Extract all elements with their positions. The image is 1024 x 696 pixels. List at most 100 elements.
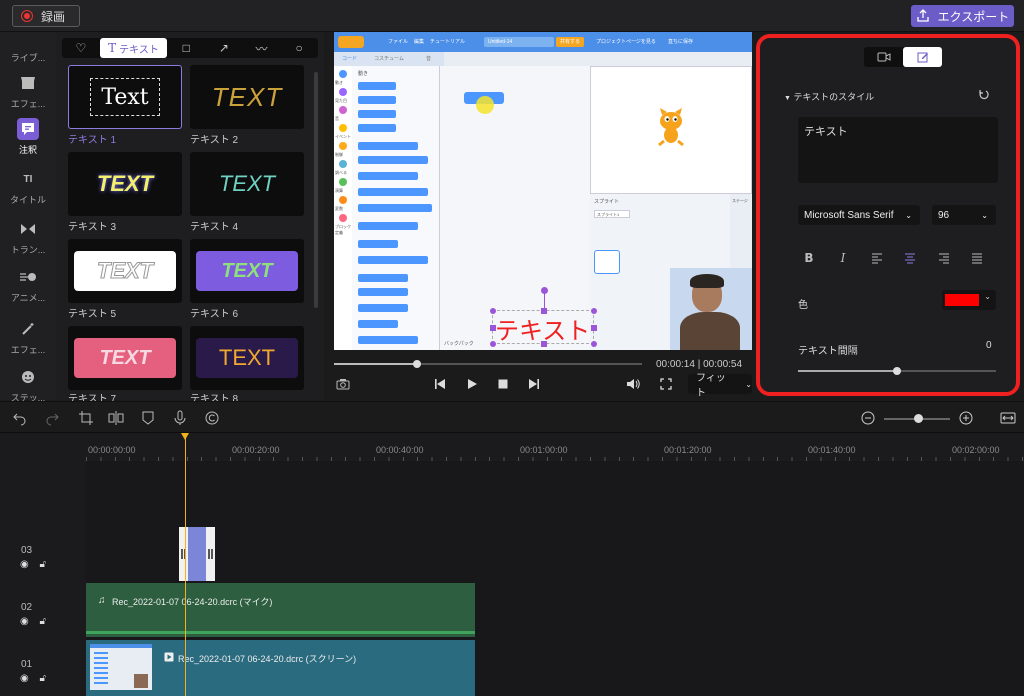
- align-right-icon[interactable]: [937, 251, 951, 265]
- bold-button[interactable]: B: [802, 251, 816, 265]
- color-label: 色: [798, 300, 808, 311]
- ruler-label: 00:00:00:00: [88, 445, 136, 455]
- eye-icon[interactable]: ◉: [20, 616, 29, 627]
- rail-stickers[interactable]: ステッ...: [0, 362, 56, 406]
- ruler-label: 00:01:20:00: [664, 445, 712, 455]
- microphone-icon[interactable]: [172, 410, 188, 426]
- library-scrollbar[interactable]: [314, 72, 318, 308]
- rail-effects[interactable]: エフェ...: [0, 68, 56, 112]
- font-family-select[interactable]: Microsoft Sans Serif ⌄: [798, 205, 920, 225]
- record-button[interactable]: 録画: [12, 5, 80, 27]
- tab-speech-bubble[interactable]: □: [167, 38, 205, 58]
- playhead[interactable]: [181, 433, 189, 696]
- spacing-handle[interactable]: [893, 367, 901, 375]
- tab-line[interactable]: 〰: [243, 38, 281, 58]
- text-preset-5[interactable]: TEXT: [68, 239, 182, 303]
- crop-icon[interactable]: [78, 410, 94, 426]
- resize-handle[interactable]: [490, 325, 496, 331]
- fullscreen-icon[interactable]: [660, 378, 672, 390]
- style-section-header[interactable]: ▼ テキストのスタイル: [784, 90, 874, 103]
- rail-animation[interactable]: アニメ...: [0, 262, 56, 306]
- zoom-in-icon[interactable]: [958, 410, 974, 426]
- fit-timeline-icon[interactable]: [1000, 410, 1016, 426]
- eye-icon[interactable]: ◉: [20, 559, 29, 570]
- video-preview[interactable]: ファイル 編集 チュートリアル Untitled-14 共有する プロジェクトペ…: [334, 32, 752, 350]
- resize-handle[interactable]: [541, 308, 547, 314]
- eye-icon[interactable]: ◉: [20, 673, 29, 684]
- stop-icon[interactable]: [497, 378, 509, 390]
- resize-handle[interactable]: [591, 325, 597, 331]
- skip-back-icon[interactable]: [434, 378, 446, 390]
- lock-icon[interactable]: 🔓︎: [40, 559, 46, 570]
- rail-title[interactable]: TI タイトル: [0, 164, 56, 208]
- lock-icon[interactable]: 🔓︎: [40, 673, 46, 684]
- marker-icon[interactable]: [140, 410, 156, 426]
- timeline: 00:00:00:00 00:00:20:00 00:00:40:00 00:0…: [0, 433, 1024, 696]
- webcam-overlay[interactable]: [670, 268, 752, 350]
- tab-text-properties[interactable]: [903, 47, 942, 67]
- ruler-ticks: [86, 457, 1024, 461]
- text-content-field[interactable]: テキスト: [798, 117, 998, 183]
- zoom-handle[interactable]: [914, 414, 923, 423]
- reset-icon[interactable]: [978, 89, 990, 101]
- clip-label: Rec_2022-01-07 06-24-20.dcrc (スクリーン): [178, 654, 357, 664]
- scrub-handle[interactable]: [413, 360, 422, 368]
- rotate-handle[interactable]: [541, 287, 548, 294]
- play-icon[interactable]: [466, 378, 478, 390]
- tab-arrow[interactable]: ↗: [205, 38, 243, 58]
- audio-clip[interactable]: ♫ Rec_2022-01-07 06-24-20.dcrc (マイク): [86, 583, 475, 637]
- text-preset-2[interactable]: TEXT: [190, 65, 304, 129]
- text-preset-3[interactable]: TEXT: [68, 152, 182, 216]
- preset-preview: TEXT: [211, 81, 283, 112]
- rail-label: タイトル: [9, 195, 46, 205]
- trim-handle-right[interactable]: [208, 549, 210, 559]
- tab-favorites[interactable]: ♡: [62, 38, 100, 58]
- timeline-ruler[interactable]: 00:00:00:00 00:00:20:00 00:00:40:00 00:0…: [86, 433, 1024, 461]
- camera-icon[interactable]: [336, 378, 350, 390]
- text-preset-4[interactable]: TEXT: [190, 152, 304, 216]
- resize-handle[interactable]: [490, 308, 496, 314]
- export-button[interactable]: エクスポート: [911, 5, 1014, 27]
- screen-clip[interactable]: Rec_2022-01-07 06-24-20.dcrc (スクリーン): [86, 640, 475, 696]
- color-picker[interactable]: ⌄: [942, 290, 996, 310]
- tab-video-properties[interactable]: [864, 47, 903, 67]
- scratch-cat-icon: [658, 108, 684, 147]
- zoom-fit-select[interactable]: フィット ⌄: [688, 373, 752, 399]
- text-preset-7[interactable]: TEXT: [68, 326, 182, 390]
- rail-transition[interactable]: トラン...: [0, 214, 56, 258]
- spacing-slider[interactable]: [798, 367, 996, 375]
- scratch-tabs: コード コスチューム 音: [334, 52, 444, 66]
- volume-icon[interactable]: [626, 378, 640, 390]
- resize-handle[interactable]: [490, 341, 496, 347]
- track-controls: ◉ 🔓︎: [20, 616, 46, 627]
- playhead-marker[interactable]: [181, 433, 189, 440]
- tab-shape[interactable]: ○: [280, 38, 318, 58]
- lock-icon[interactable]: 🔓︎: [40, 616, 46, 627]
- zoom-out-icon[interactable]: [860, 410, 876, 426]
- skip-forward-icon[interactable]: [528, 378, 540, 390]
- resize-handle[interactable]: [591, 308, 597, 314]
- rail-cursor-effects[interactable]: エフェ...: [0, 314, 56, 358]
- text-preset-8[interactable]: TEXT: [190, 326, 304, 390]
- split-icon[interactable]: [108, 410, 124, 426]
- resize-handle[interactable]: [591, 341, 597, 347]
- text-preset-6[interactable]: TEXT: [190, 239, 304, 303]
- zoom-slider[interactable]: [884, 414, 950, 423]
- text-overlay-selection[interactable]: テキスト: [490, 287, 597, 347]
- italic-button[interactable]: I: [836, 251, 850, 265]
- preset-label: テキスト 4: [190, 222, 239, 233]
- text-preset-1[interactable]: Text: [68, 65, 182, 129]
- copyright-icon[interactable]: [204, 410, 220, 426]
- align-center-icon[interactable]: [903, 251, 917, 265]
- align-left-icon[interactable]: [870, 251, 884, 265]
- rail-annotation[interactable]: 注釈: [0, 114, 56, 158]
- font-size-select[interactable]: 96 ⌄: [932, 205, 996, 225]
- redo-icon[interactable]: [44, 410, 60, 426]
- resize-handle[interactable]: [541, 341, 547, 347]
- scrub-track[interactable]: [334, 360, 642, 368]
- trim-handle-left[interactable]: [181, 549, 183, 559]
- tab-text[interactable]: T テキスト: [99, 38, 168, 58]
- align-justify-icon[interactable]: [970, 251, 984, 265]
- color-swatch: [945, 294, 979, 306]
- undo-icon[interactable]: [12, 410, 28, 426]
